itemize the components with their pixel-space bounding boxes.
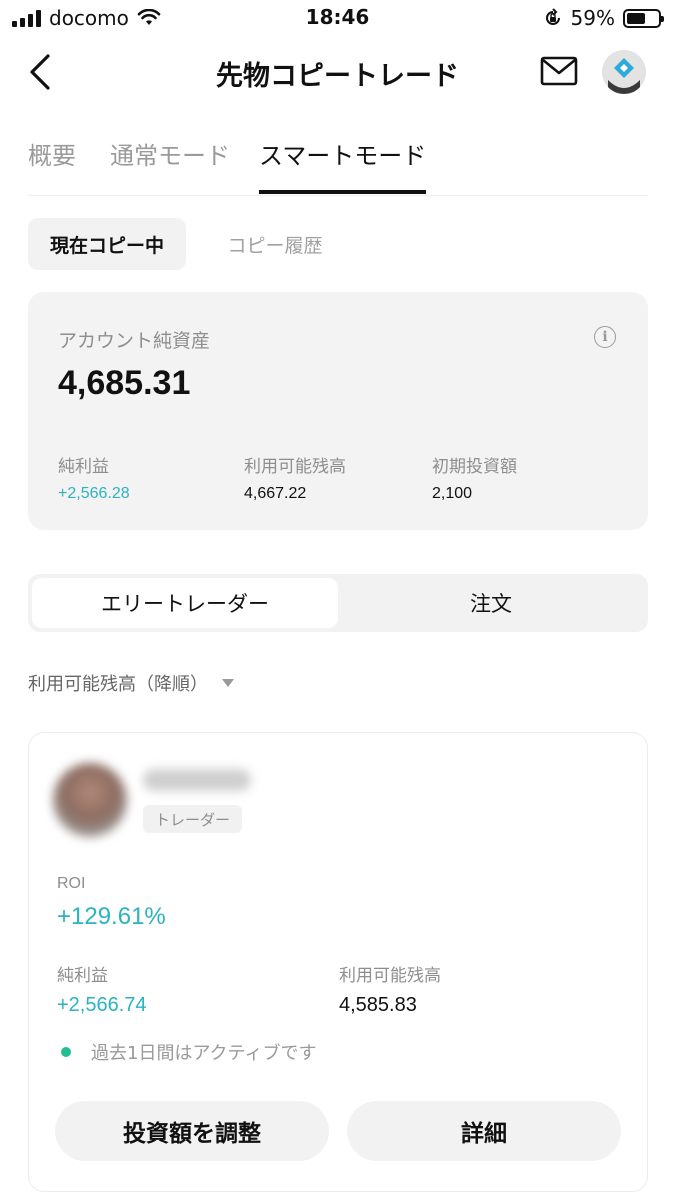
trader-card: トレーダー ROI +129.61% 純利益 +2,566.74 利用可能残高 … [28, 732, 648, 1192]
net-asset-label: アカウント純資産 [58, 330, 211, 352]
subtab-copy-history[interactable]: コピー履歴 [200, 218, 350, 270]
stat-label: 純利益 [57, 966, 108, 986]
stat-label: 初期投資額 [432, 457, 517, 477]
roi-label: ROI [57, 875, 86, 892]
status-bar: docomo 18:46 59% [0, 0, 675, 34]
account-summary-card: アカウント純資産 i 4,685.31 純利益 +2,566.28 利用可能残高… [28, 292, 648, 530]
profile-avatar-button[interactable] [602, 50, 646, 94]
battery-level [627, 12, 645, 24]
header: 先物コピートレード [0, 40, 675, 104]
stat-label: 純利益 [58, 457, 109, 477]
activity-text: 過去1日間はアクティブです [91, 1043, 317, 1064]
segment-orders[interactable]: 注文 [338, 578, 644, 628]
segment-elite-trader[interactable]: エリートレーダー [32, 578, 338, 628]
stat-value: 4,667.22 [244, 485, 307, 502]
adjust-investment-button[interactable]: 投資額を調整 [55, 1101, 329, 1161]
trader-badge: トレーダー [143, 805, 243, 833]
subtab-currently-copying[interactable]: 現在コピー中 [28, 218, 186, 270]
tab-overview[interactable]: 概要 [28, 136, 76, 194]
stat-label: 利用可能残高 [339, 966, 441, 986]
tab-smart-mode[interactable]: スマートモード [259, 136, 427, 194]
caret-down-icon [222, 679, 234, 687]
mail-icon [540, 56, 578, 86]
stat-value: 2,100 [432, 485, 473, 502]
sort-label: 利用可能残高（降順） [28, 674, 208, 695]
user-avatar-icon [602, 50, 646, 94]
info-icon[interactable]: i [594, 326, 616, 348]
mode-tabs: 概要 通常モード スマートモード [28, 130, 648, 196]
mail-button[interactable] [540, 56, 578, 86]
trader-stat-net-profit: 純利益 +2,566.74 [57, 961, 147, 1017]
trader-stat-available-balance: 利用可能残高 4,585.83 [339, 961, 441, 1017]
orientation-lock-icon [545, 8, 560, 25]
tab-normal-mode[interactable]: 通常モード [110, 136, 230, 194]
trader-name-redacted [143, 769, 251, 791]
active-dot-icon [61, 1047, 71, 1057]
roi-value: +129.61% [57, 903, 166, 930]
stat-available-balance: 利用可能残高 4,667.22 [244, 452, 346, 503]
trader-avatar [53, 763, 127, 837]
sort-dropdown[interactable]: 利用可能残高（降順） [28, 670, 234, 696]
stat-net-profit: 純利益 +2,566.28 [58, 452, 130, 503]
stat-initial-investment: 初期投資額 2,100 [432, 452, 517, 503]
stat-value: +2,566.28 [58, 485, 130, 502]
stat-label: 利用可能残高 [244, 457, 346, 477]
battery-icon [623, 8, 664, 28]
stat-value: 4,585.83 [339, 994, 417, 1016]
view-segmented-control: エリートレーダー 注文 [28, 574, 648, 632]
status-right: 59% [543, 6, 664, 30]
stat-value: +2,566.74 [57, 994, 147, 1016]
details-button[interactable]: 詳細 [347, 1101, 621, 1161]
net-asset-value: 4,685.31 [58, 364, 191, 402]
battery-percent: 59% [570, 6, 615, 30]
activity-status: 過去1日間はアクティブです [61, 1039, 316, 1065]
